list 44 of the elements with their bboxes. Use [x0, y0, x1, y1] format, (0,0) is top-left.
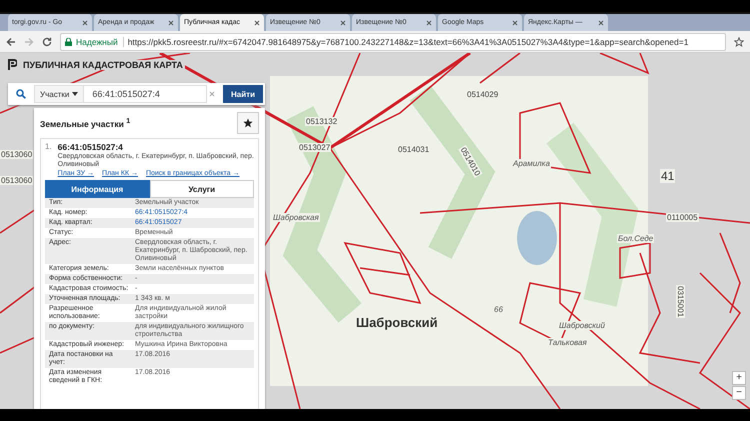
map-label: Бол.Седе: [617, 234, 654, 243]
lock-icon: [65, 38, 72, 46]
map-label: 0513132: [305, 117, 338, 126]
address-bar[interactable]: Надежный https://pkk5.rosreestr.ru/#x=6742047.981648975&y=7687100.243227148&z=13&text=66%3A41%3A0515027%3A4&type=1&app=search&opened=1: [60, 32, 726, 50]
map-label: Тальковая: [547, 338, 588, 347]
results-heading: Земельные участки $^{1}$: [40, 117, 130, 129]
category-dropdown[interactable]: Участки: [34, 85, 84, 103]
map-label: 0513027: [298, 143, 332, 152]
close-icon[interactable]: [340, 20, 346, 26]
back-icon[interactable]: [6, 36, 16, 46]
search-icon[interactable]: [16, 89, 26, 99]
map-label: Шабровский: [355, 315, 439, 330]
search-field[interactable]: 66:41:0515027:4: [84, 85, 208, 103]
close-icon[interactable]: [426, 20, 432, 26]
map-label: 0110005: [666, 213, 699, 222]
caret-icon: [72, 92, 78, 96]
close-icon[interactable]: [254, 20, 260, 26]
zoom-button[interactable]: −: [732, 386, 746, 400]
map-label: 0513060: [0, 150, 34, 159]
map-label: 0513060: [0, 176, 34, 185]
zoom-button[interactable]: +: [732, 371, 746, 385]
map-label: Шабровский: [558, 321, 606, 330]
reload-icon[interactable]: [42, 36, 52, 46]
map-label: 0315001: [676, 285, 685, 318]
close-icon[interactable]: [82, 20, 88, 26]
close-icon[interactable]: [512, 20, 518, 26]
logo-icon: [8, 59, 17, 70]
star-icon: [243, 118, 253, 128]
bookmark-star-icon[interactable]: [734, 36, 744, 46]
map-label: Арамилка: [512, 159, 551, 168]
info-tab[interactable]: Информация: [45, 180, 150, 198]
favorite-button[interactable]: [237, 112, 259, 134]
info-tab[interactable]: Услуги: [150, 180, 254, 198]
result-number: 1.: [45, 142, 52, 153]
map-label: 41: [660, 169, 676, 183]
map-label: 0514031: [397, 145, 430, 154]
close-icon[interactable]: [168, 20, 174, 26]
find-button[interactable]: Найти: [223, 85, 263, 103]
close-icon[interactable]: [598, 20, 604, 26]
map-label: 66: [493, 305, 504, 314]
map-label: Шабровская: [272, 213, 320, 222]
result-title[interactable]: 66:41:0515027:4: [58, 142, 254, 152]
map-label: 0514029: [466, 90, 500, 99]
app-title: ПУБЛИЧНАЯ КАДАСТРОВАЯ КАРТА: [21, 60, 185, 70]
